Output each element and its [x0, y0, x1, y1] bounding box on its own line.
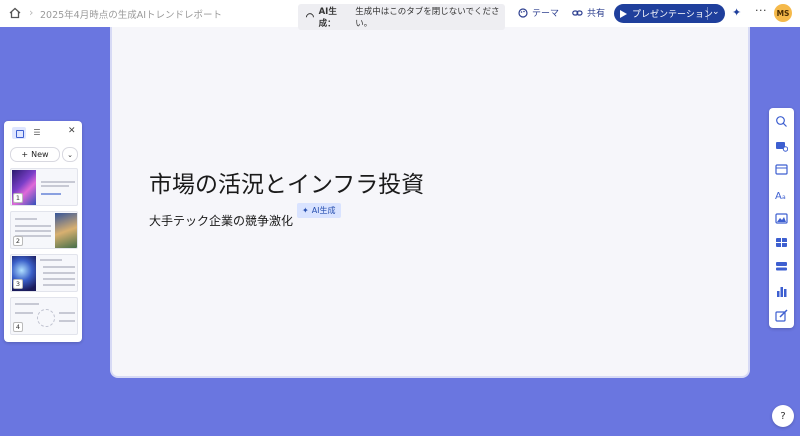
thumbnail-text-line — [41, 185, 69, 187]
spinner-icon — [304, 11, 316, 23]
chevron-down-icon[interactable]: ⌄ — [712, 7, 720, 17]
thumbnail-text-line — [59, 312, 75, 314]
sparkle-icon: ✦ — [302, 206, 309, 215]
more-options-icon[interactable]: ··· — [755, 4, 767, 17]
thumbnail-text-line — [15, 218, 37, 220]
help-button[interactable]: ? — [772, 405, 794, 427]
edit-icon[interactable] — [775, 309, 788, 322]
share-label: 共有 — [587, 9, 606, 19]
layout-icon[interactable] — [775, 163, 788, 176]
theme-button[interactable]: テーマ — [518, 6, 559, 19]
home-icon[interactable] — [7, 5, 23, 21]
present-button[interactable]: プレゼンテーション ⌄ — [614, 4, 725, 23]
svg-text:a: a — [782, 194, 786, 201]
thumbnail-text-line — [43, 272, 75, 274]
thumbnail-image — [55, 213, 77, 248]
tool-rail: Aa — [769, 108, 794, 328]
slide-title[interactable]: 市場の活況とインフラ投資 — [149, 165, 424, 199]
slide-canvas[interactable]: 市場の活況とインフラ投資 ✦ AI生成 大手テック企業の競争激化 — [110, 27, 750, 378]
share-button[interactable]: 共有 — [572, 6, 605, 19]
ai-sparkle-icon[interactable]: ✦ — [732, 6, 741, 19]
ai-badge-label: AI生成 — [311, 206, 336, 215]
thumbnail-text-line — [15, 230, 51, 232]
chevron-right-icon: › — [29, 6, 34, 19]
thumbnail-text-line — [43, 266, 75, 268]
present-divider — [707, 7, 708, 20]
slide-thumbnail-4[interactable]: 4 — [10, 297, 78, 335]
new-slide-button[interactable]: + New — [10, 147, 60, 162]
thumbnail-text-line — [41, 181, 75, 183]
thumbnail-text-line — [15, 312, 33, 314]
present-label: プレゼンテーション — [632, 10, 713, 20]
embed-icon[interactable] — [775, 260, 788, 273]
play-icon — [620, 9, 627, 18]
slide-number: 4 — [13, 322, 23, 332]
thumbnail-text-line — [43, 278, 75, 280]
avatar[interactable]: MS — [774, 4, 792, 22]
toast-message: 生成中はこのタブを閉じないでください。 — [355, 7, 500, 29]
list-view-icon[interactable]: ☰ — [30, 127, 44, 139]
thumbnail-text-line — [40, 259, 62, 261]
table-icon[interactable] — [775, 236, 788, 249]
text-icon[interactable]: Aa — [775, 188, 788, 201]
slide-number: 1 — [13, 193, 23, 203]
chart-icon[interactable] — [775, 285, 788, 298]
close-icon[interactable]: ✕ — [68, 126, 76, 136]
breadcrumb-title[interactable]: 2025年4月時点の生成AIトレンドレポート — [40, 7, 222, 21]
thumbnail-text-line — [15, 303, 39, 305]
slide-thumbnail-1[interactable]: 1 — [10, 168, 78, 206]
slide-subtitle[interactable]: 大手テック企業の競争激化 — [149, 212, 293, 229]
thumbnail-text-line — [59, 320, 75, 322]
ai-generated-badge: ✦ AI生成 — [297, 203, 341, 218]
palette-icon — [518, 7, 528, 18]
thumbnail-text-line — [15, 225, 51, 227]
slide-thumbnail-3[interactable]: 3 — [10, 254, 78, 292]
svg-text:A: A — [775, 191, 782, 201]
slide-number: 2 — [13, 236, 23, 246]
plus-icon: + — [21, 150, 29, 159]
slide-thumbnail-2[interactable]: 2 — [10, 211, 78, 249]
add-card-icon[interactable] — [775, 139, 788, 152]
chevron-down-icon[interactable]: ⌄ — [62, 147, 78, 162]
slide-number: 3 — [13, 279, 23, 289]
card-view-icon[interactable] — [12, 127, 26, 139]
thumbnail-text-line — [41, 193, 61, 195]
toast-label: AI生成： — [318, 7, 337, 29]
image-icon[interactable] — [775, 212, 788, 225]
ai-generating-toast: AI生成： 生成中はこのタブを閉じないでください。 — [298, 4, 505, 30]
link-icon — [572, 9, 583, 16]
theme-label: テーマ — [532, 9, 560, 19]
thumbnail-text-line — [43, 284, 75, 286]
search-icon[interactable] — [775, 115, 788, 128]
new-label: New — [31, 150, 49, 159]
thumbnail-diagram — [37, 309, 55, 327]
slides-panel: ☰ ✕ + New ⌄ 1 2 3 4 — [4, 121, 82, 342]
